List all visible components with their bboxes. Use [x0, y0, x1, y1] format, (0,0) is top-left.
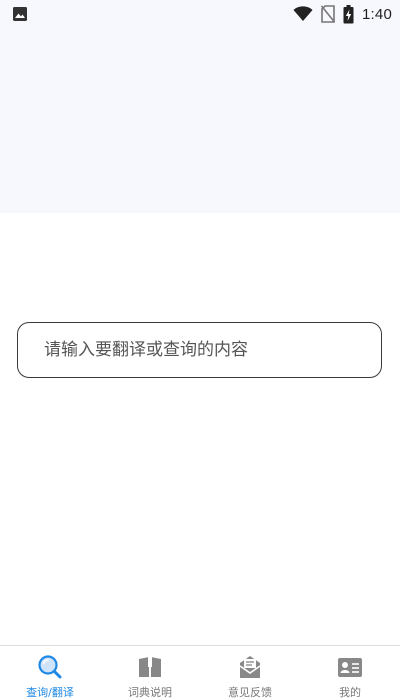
search-box[interactable]	[17, 322, 382, 378]
nav-label: 查询/翻译	[26, 686, 74, 699]
nav-item-mine[interactable]: 我的	[300, 646, 400, 700]
status-bar: 1:40	[0, 0, 400, 28]
nav-label: 词典说明	[128, 686, 172, 699]
no-sim-icon	[321, 5, 335, 23]
wifi-icon	[293, 6, 313, 21]
dictionary-icon	[139, 657, 161, 677]
image-notification-icon	[13, 7, 27, 21]
feedback-mail-icon	[239, 656, 261, 678]
search-icon	[38, 655, 62, 679]
header-band	[0, 0, 400, 213]
status-time: 1:40	[362, 5, 392, 23]
bottom-nav: 查询/翻译 词典说明 意见反馈 我的	[0, 645, 400, 700]
nav-item-search-translate[interactable]: 查询/翻译	[0, 646, 100, 700]
nav-item-feedback[interactable]: 意见反馈	[200, 646, 300, 700]
nav-label: 意见反馈	[228, 686, 272, 699]
nav-item-dictionary[interactable]: 词典说明	[100, 646, 200, 700]
app-screen: 1:40 查询/翻译 词典说明	[0, 0, 400, 700]
battery-charging-icon	[343, 4, 354, 23]
profile-card-icon	[338, 658, 362, 677]
search-input[interactable]	[44, 340, 364, 360]
nav-label: 我的	[339, 686, 361, 699]
status-icons: 1:40	[293, 4, 392, 24]
